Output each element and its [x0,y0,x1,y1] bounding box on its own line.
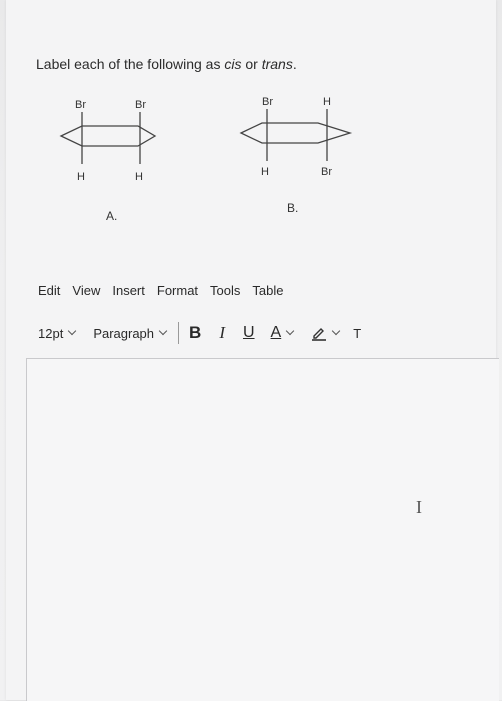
menu-table[interactable]: Table [252,283,283,298]
highlight-color-button[interactable] [311,325,341,341]
bold-button[interactable]: B [189,323,201,343]
molecule-b-caption: B. [287,201,299,215]
menu-format[interactable]: Format [157,283,198,298]
pencil-icon [312,328,327,341]
molecule-b-top-right-label: H [323,96,331,108]
chevron-down-icon [331,326,341,336]
molecule-a-structure: Br Br H H [59,99,157,183]
block-format-select[interactable]: Paragraph [93,325,168,341]
italic-button[interactable]: I [219,323,225,343]
chevron-down-icon [68,326,77,336]
text-color-icon: A [270,324,282,341]
menu-view[interactable]: View [72,283,100,298]
molecule-a-top-left-label: Br [75,99,86,111]
molecule-b-top-left-label: Br [262,96,273,108]
chevron-down-icon [158,326,168,336]
molecule-a-bottom-right-label: H [135,171,143,183]
font-size-value: 12pt [38,325,64,341]
chevron-down-icon [285,326,295,336]
molecule-b-bottom-left-label: H [261,166,269,178]
editor-menubar: Edit View Insert Format Tools Table [38,283,283,298]
molecule-b-structure: Br H H Br [239,96,353,178]
text-cursor-icon: I [416,497,422,517]
molecule-b-bottom-right-label: Br [321,166,332,178]
block-format-value: Paragraph [93,325,155,341]
font-size-select[interactable]: 12pt [38,325,77,341]
rich-text-editor[interactable] [26,358,499,701]
question-text: Label each of the following as cis or tr… [36,56,297,72]
molecule-a-bottom-left-label: H [77,171,85,183]
menu-tools[interactable]: Tools [210,283,240,298]
menu-edit[interactable]: Edit [38,283,60,298]
more-tools-button[interactable]: T [353,326,361,341]
toolbar-divider [178,322,180,344]
molecule-a-caption: A. [106,209,118,223]
menu-insert[interactable]: Insert [112,283,145,298]
molecule-a-top-right-label: Br [135,99,146,111]
text-color-button[interactable]: A [270,324,295,342]
editor-toolbar: 12pt Paragraph B I U A T [38,322,498,344]
underline-button[interactable]: U [243,324,255,342]
